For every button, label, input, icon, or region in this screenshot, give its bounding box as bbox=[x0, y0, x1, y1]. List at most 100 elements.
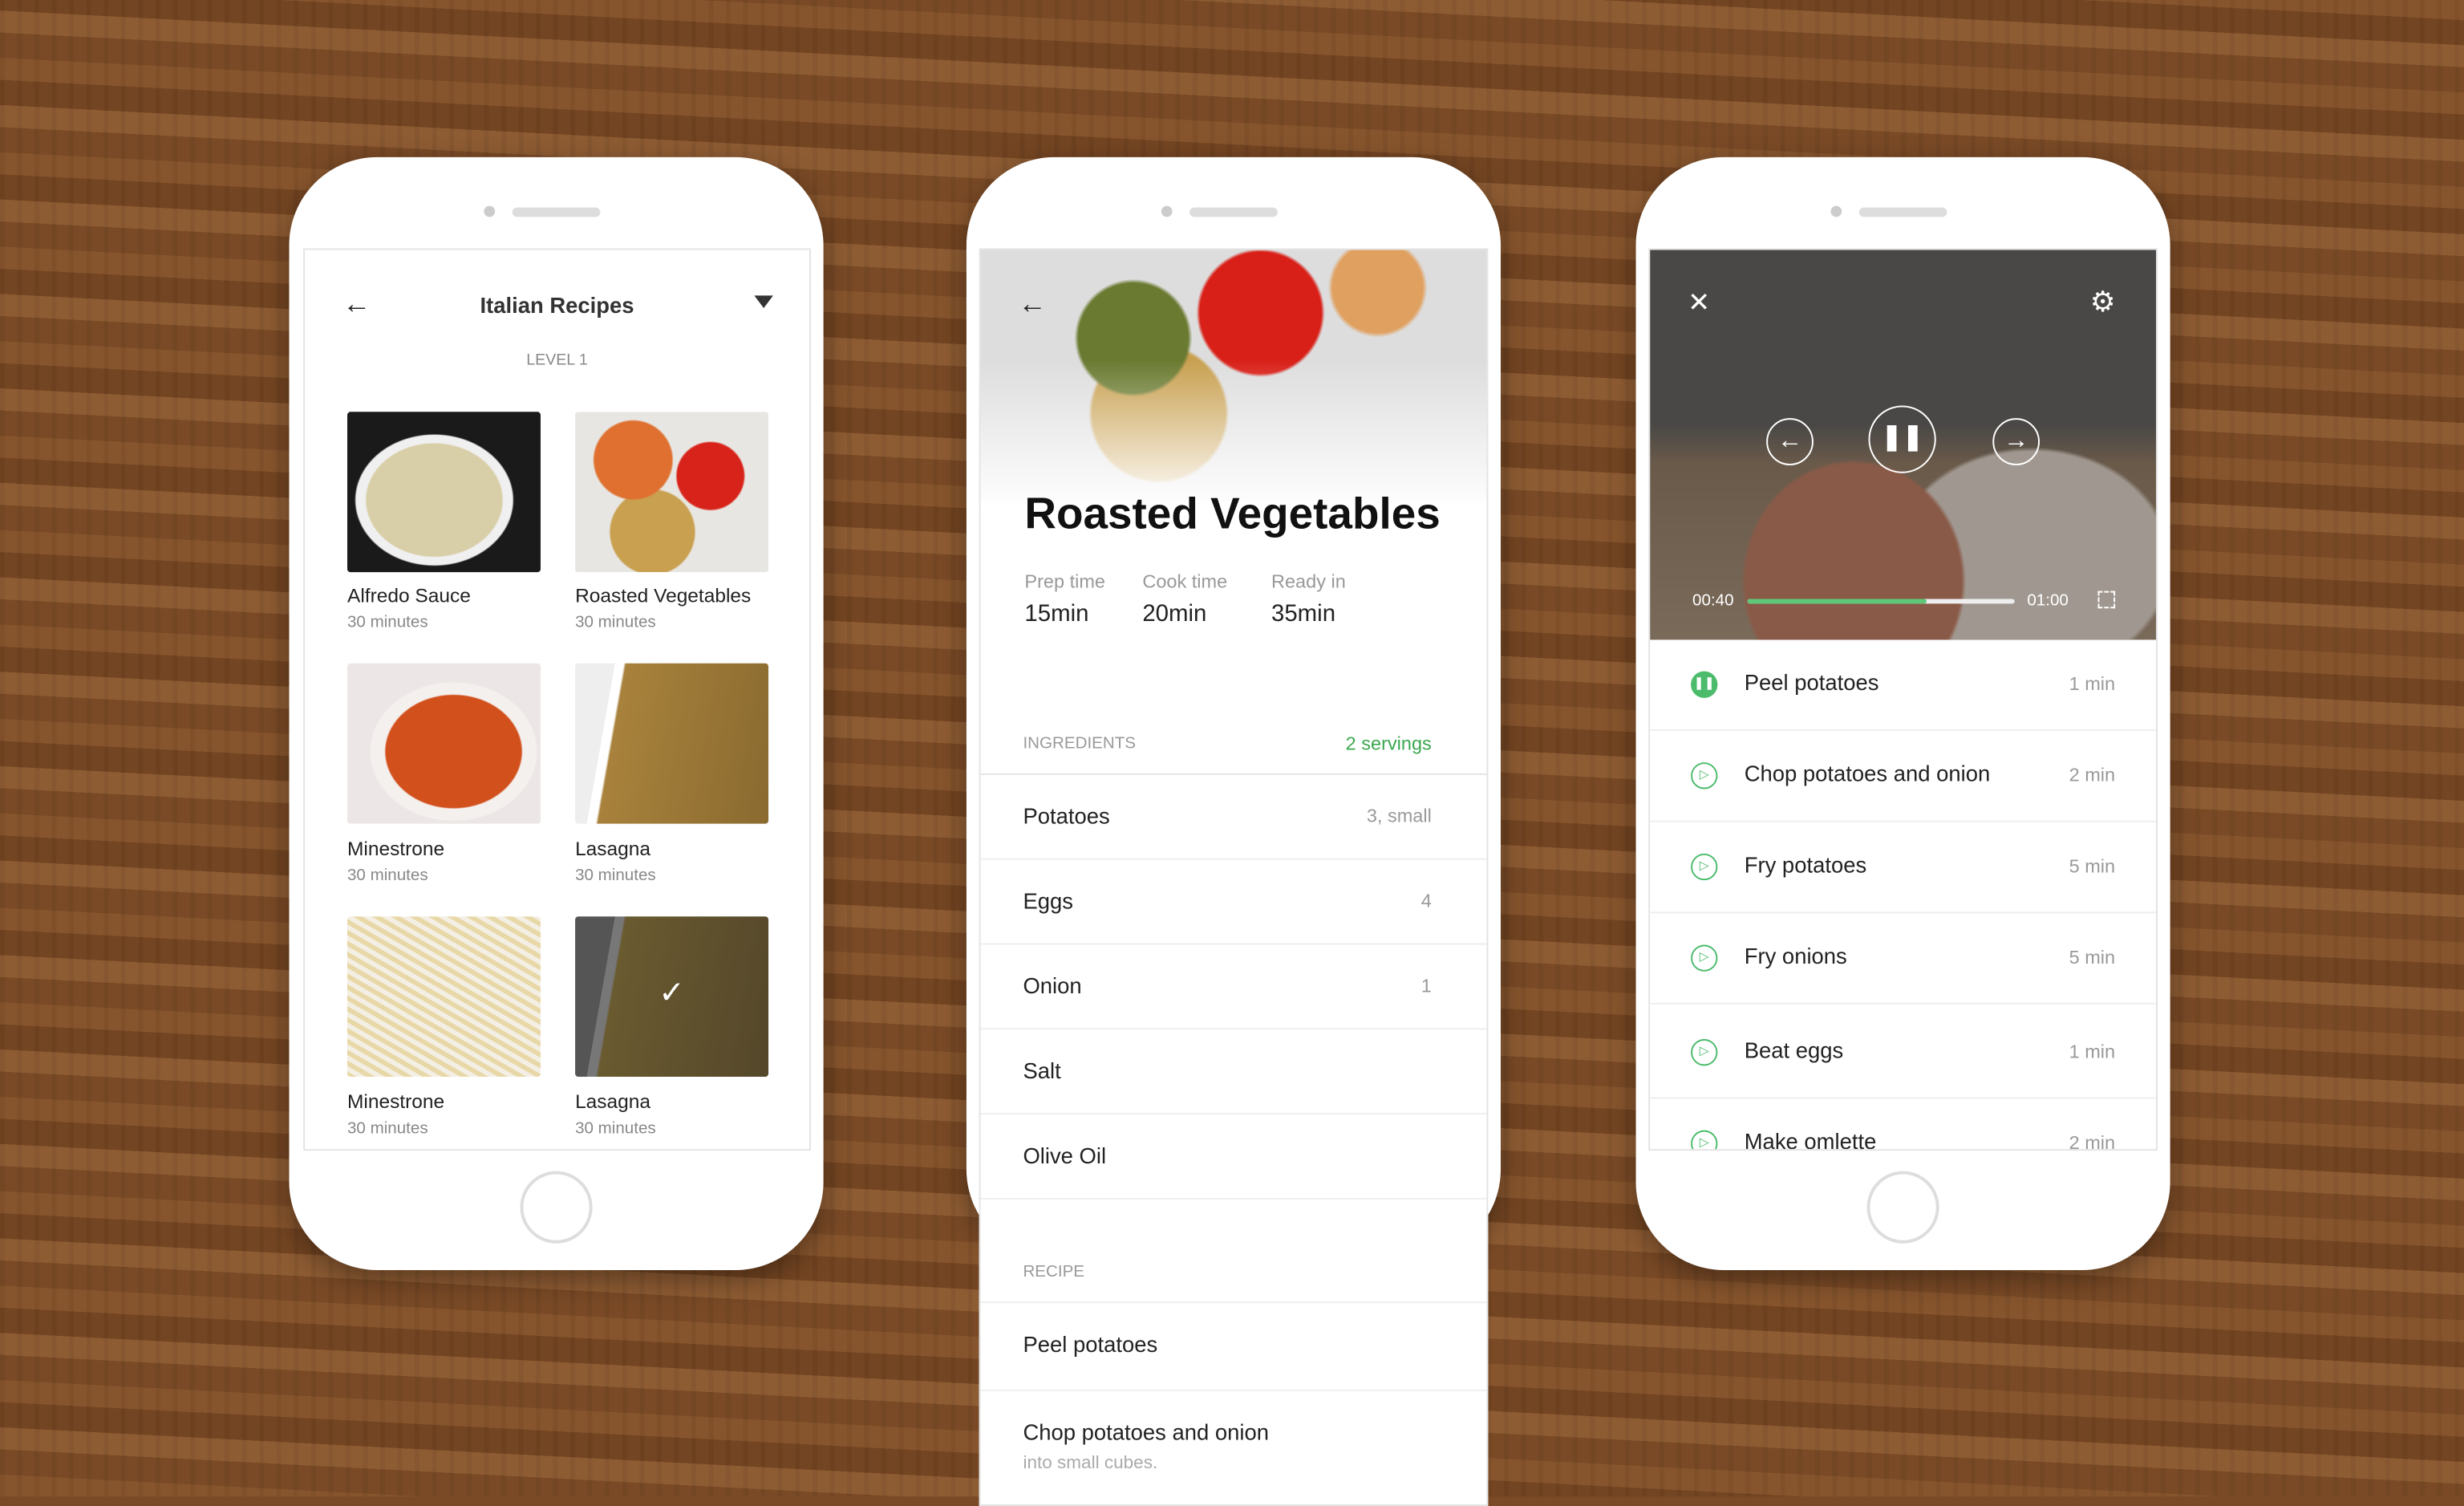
step-duration: 2 min bbox=[2069, 764, 2116, 786]
speaker bbox=[1189, 207, 1278, 217]
ingredient-name: Eggs bbox=[1023, 887, 1073, 914]
stat-value: 20min bbox=[1142, 600, 1207, 627]
step-title: Peel potatoes bbox=[1023, 1331, 1158, 1357]
ingredients-label: INGREDIENTS bbox=[1023, 733, 1137, 753]
stat-label: Prep time bbox=[1024, 570, 1106, 593]
ingredient-row: Onion 1 bbox=[980, 944, 1487, 1030]
step-title: Peel potatoes bbox=[1744, 669, 1879, 695]
recipe-time: 30 minutes bbox=[346, 866, 428, 886]
hero-fade bbox=[980, 359, 1487, 509]
pause-button[interactable]: ❚❚ bbox=[1868, 405, 1936, 473]
recipe-step[interactable]: Peel potatoes bbox=[980, 1303, 1487, 1391]
stat-prep: Prep time 15min bbox=[1024, 570, 1105, 627]
step-title: Fry onions bbox=[1744, 943, 1847, 968]
recipe-time: 30 minutes bbox=[346, 1118, 428, 1139]
speaker bbox=[1858, 207, 1947, 217]
step-duration: 5 min bbox=[2069, 854, 2116, 878]
stat-cook: Cook time 20min bbox=[1142, 570, 1227, 627]
ingredient-qty: 3, small bbox=[1366, 805, 1432, 827]
recipe-thumb-lasagna-completed[interactable]: ✓ bbox=[575, 916, 769, 1078]
camera bbox=[484, 205, 496, 217]
recipe-label: RECIPE bbox=[1023, 1262, 1085, 1281]
stat-label: Cook time bbox=[1142, 570, 1228, 593]
speaker bbox=[512, 207, 601, 217]
ingredient-name: Onion bbox=[1023, 972, 1082, 999]
recipe-name[interactable]: Lasagna bbox=[575, 838, 650, 859]
step-duration: 2 min bbox=[2069, 1131, 2116, 1151]
servings-selector[interactable]: 2 servings bbox=[1346, 733, 1432, 754]
play-step-icon[interactable]: ▷ bbox=[1691, 1039, 1718, 1066]
recipe-name[interactable]: Alfredo Sauce bbox=[347, 585, 471, 607]
phone-video-player: ✕ ⚙ ← ❚❚ → 00:40 01:00 ❚❚ Peel potatoes 1 … bbox=[1635, 156, 2170, 1271]
home-button[interactable] bbox=[1866, 1171, 1939, 1244]
step-title: Fry potatoes bbox=[1744, 851, 1867, 878]
step-row[interactable]: ▷ Beat eggs 1 min bbox=[1650, 1008, 2157, 1099]
previous-step-button[interactable]: ← bbox=[1766, 418, 1814, 465]
step-title: Chop potatoes and onion bbox=[1744, 761, 1991, 786]
ingredients-header: INGREDIENTS 2 servings bbox=[980, 721, 1487, 775]
recipe-thumb-lasagna[interactable] bbox=[575, 663, 769, 824]
camera bbox=[1830, 205, 1842, 217]
level-label: LEVEL 1 bbox=[526, 351, 588, 370]
recipe-thumb-alfredo[interactable] bbox=[346, 412, 541, 573]
recipe-name[interactable]: Lasagna bbox=[575, 1091, 650, 1113]
step-duration: 1 min bbox=[2069, 1040, 2116, 1063]
stat-value: 15min bbox=[1024, 600, 1089, 627]
ingredient-name: Potatoes bbox=[1023, 803, 1110, 829]
step-duration: 1 min bbox=[2069, 672, 2116, 695]
settings-gear-icon[interactable]: ⚙ bbox=[2090, 286, 2116, 319]
ingredient-qty: 4 bbox=[1420, 889, 1432, 912]
ingredient-name: Salt bbox=[1023, 1057, 1061, 1083]
step-row[interactable]: ▷ Fry onions 5 min bbox=[1650, 913, 2157, 1005]
recipe-thumb-pasta-clams[interactable] bbox=[346, 916, 541, 1078]
recipe-thumb-roasted-vegetables[interactable] bbox=[575, 412, 769, 573]
close-icon[interactable]: ✕ bbox=[1688, 288, 1710, 319]
step-title: Beat eggs bbox=[1744, 1037, 1844, 1063]
step-row[interactable]: ❚❚ Peel potatoes 1 min bbox=[1650, 639, 2157, 732]
recipe-time: 30 minutes bbox=[575, 613, 656, 632]
phone-recipe-list: ← Italian Recipes LEVEL 1 Alfredo Sauce … bbox=[289, 156, 824, 1271]
home-button[interactable] bbox=[520, 1171, 593, 1244]
pause-step-icon[interactable]: ❚❚ bbox=[1691, 671, 1718, 698]
recipe-name[interactable]: Minestrone bbox=[347, 1091, 444, 1113]
recipe-time: 30 minutes bbox=[575, 1118, 656, 1139]
progress-fill bbox=[1747, 599, 1927, 604]
next-step-button[interactable]: → bbox=[1992, 418, 2040, 465]
recipe-detail-screen: ← Roasted Vegetables Prep time 15min Cook… bbox=[979, 248, 1489, 1506]
recipe-step[interactable]: Chop potatoes and onion into small cubes. bbox=[981, 1391, 1487, 1504]
fullscreen-icon[interactable] bbox=[2097, 591, 2116, 609]
step-row[interactable]: ▷ Make omlette 2 min bbox=[1650, 1098, 2156, 1151]
filter-icon[interactable] bbox=[754, 295, 773, 309]
progress-track[interactable] bbox=[1747, 599, 2015, 604]
ingredient-row: Salt bbox=[980, 1029, 1487, 1115]
play-step-icon[interactable]: ▷ bbox=[1691, 853, 1718, 881]
step-title: Chop potatoes and onion bbox=[1023, 1419, 1269, 1445]
back-arrow-icon[interactable]: ← bbox=[1019, 288, 1047, 321]
checkmark-icon: ✓ bbox=[659, 976, 685, 1011]
step-title: Make omlette bbox=[1744, 1128, 1877, 1151]
stat-label: Ready in bbox=[1270, 570, 1346, 593]
stat-ready: Ready in 35min bbox=[1271, 570, 1346, 627]
ingredient-row: Olive Oil bbox=[980, 1114, 1487, 1200]
recipe-header: RECIPE bbox=[980, 1247, 1487, 1304]
player-screen: ✕ ⚙ ← ❚❚ → 00:40 01:00 ❚❚ Peel potatoes 1 … bbox=[1648, 248, 2158, 1151]
current-time: 00:40 bbox=[1692, 591, 1734, 611]
recipe-time: 30 minutes bbox=[346, 613, 428, 632]
recipe-name[interactable]: Roasted Vegetables bbox=[575, 585, 751, 607]
total-time: 01:00 bbox=[2027, 591, 2069, 611]
ingredient-qty: 1 bbox=[1420, 974, 1432, 997]
recipe-thumb-minestrone[interactable] bbox=[346, 663, 541, 824]
recipe-name[interactable]: Minestrone bbox=[347, 838, 444, 859]
recipe-time: 30 minutes bbox=[575, 866, 656, 886]
play-step-icon[interactable]: ▷ bbox=[1691, 944, 1718, 972]
step-row[interactable]: ▷ Chop potatoes and onion 2 min bbox=[1650, 731, 2157, 822]
ingredient-name: Olive Oil bbox=[1023, 1143, 1107, 1168]
stat-value: 35min bbox=[1270, 600, 1336, 627]
step-row[interactable]: ▷ Fry potatoes 5 min bbox=[1650, 822, 2157, 914]
step-duration: 5 min bbox=[2069, 946, 2116, 968]
play-step-icon[interactable]: ▷ bbox=[1691, 1130, 1718, 1150]
ingredient-row: Eggs 4 bbox=[980, 860, 1487, 945]
camera bbox=[1161, 205, 1173, 217]
play-step-icon[interactable]: ▷ bbox=[1691, 762, 1718, 790]
page-title: Italian Recipes bbox=[480, 292, 634, 318]
